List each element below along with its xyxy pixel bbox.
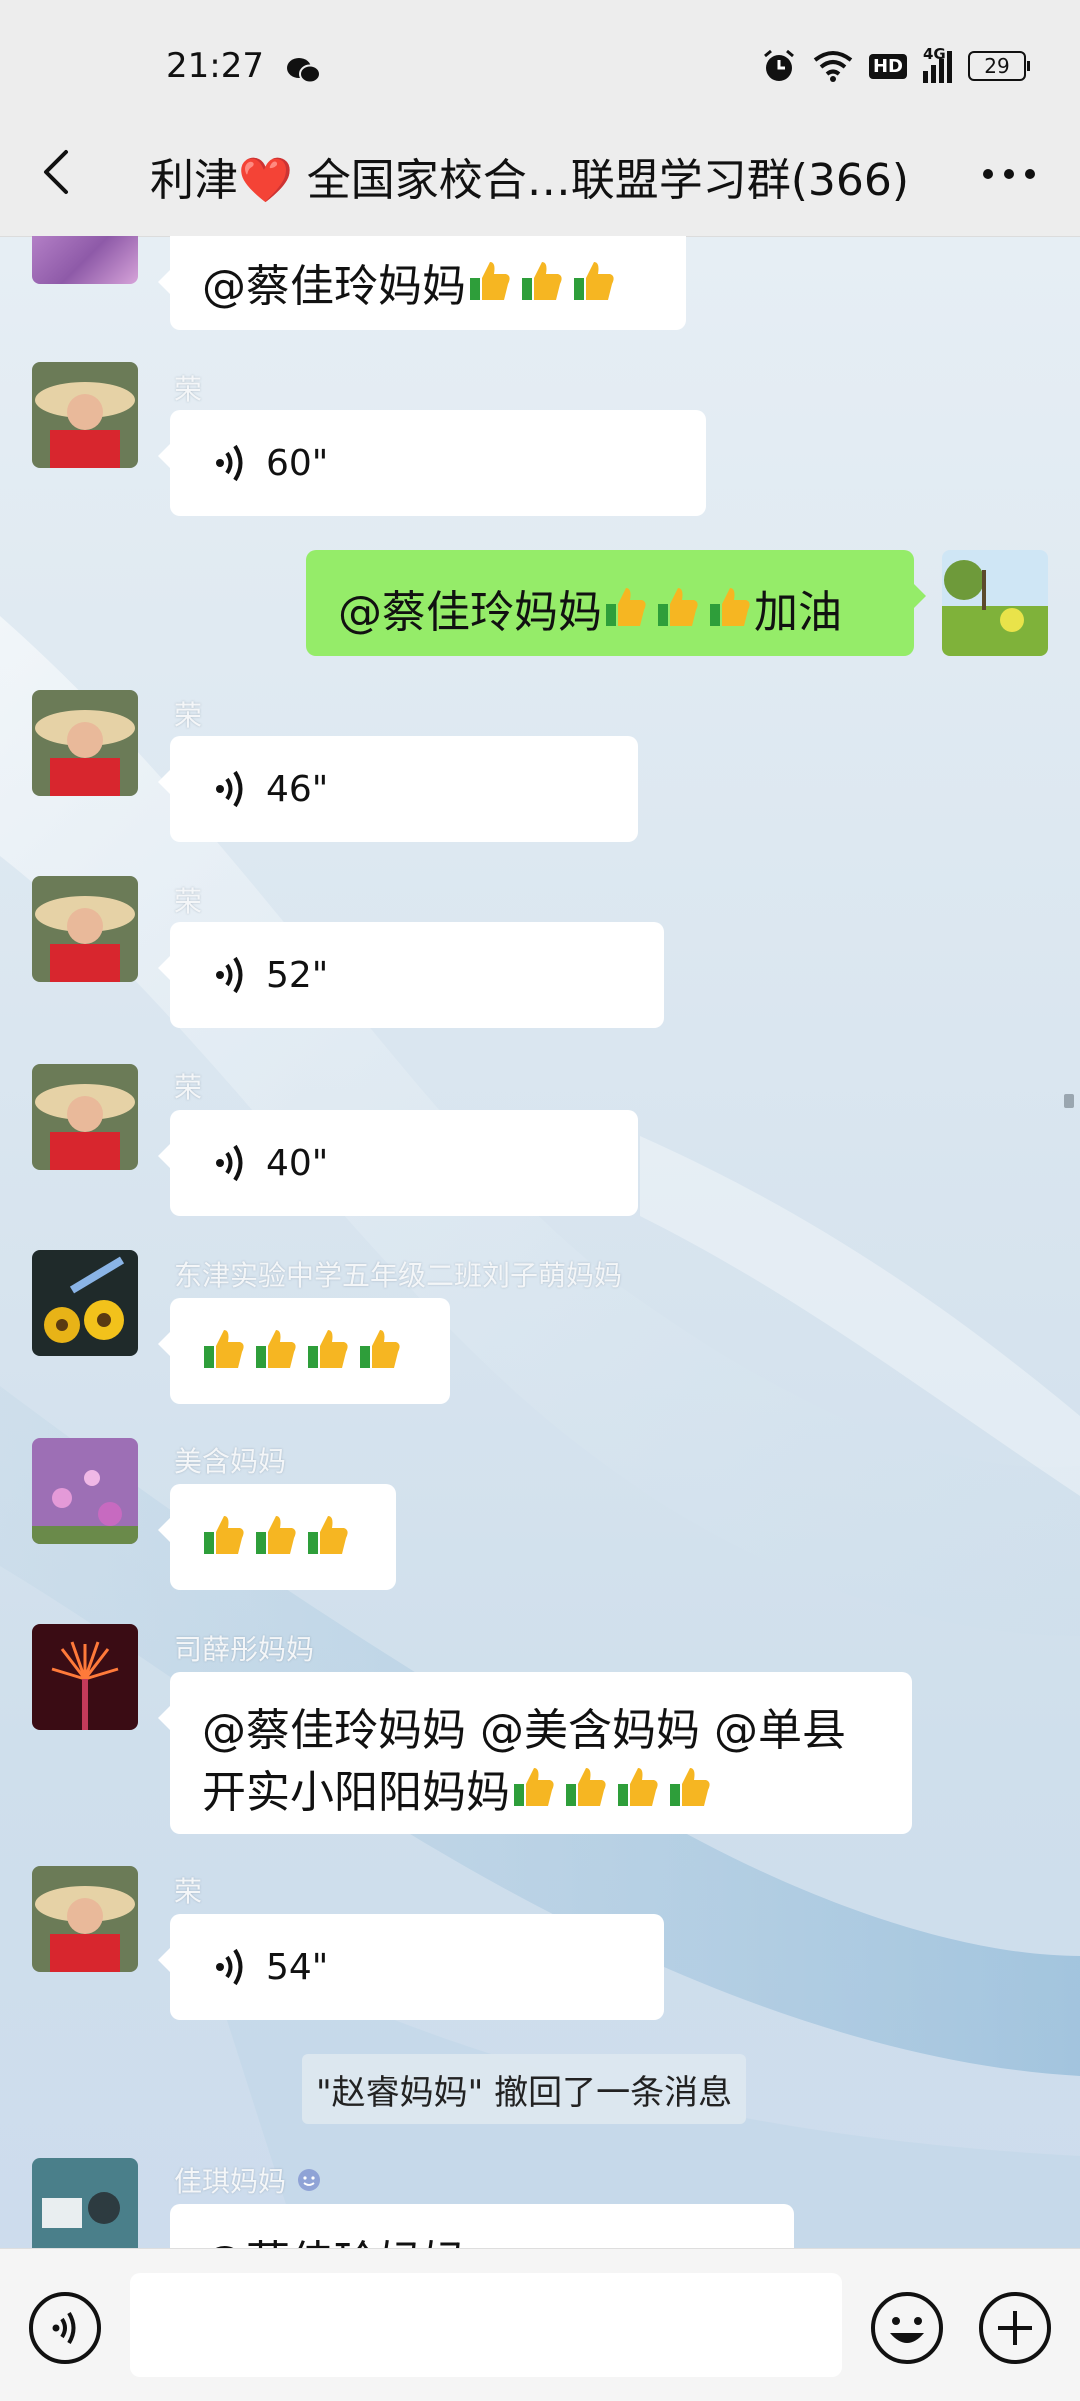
sender-name: 荣 — [174, 1071, 203, 1104]
avatar[interactable] — [32, 236, 138, 284]
thumbs-up-icon — [204, 1516, 244, 1554]
voice-wave-icon — [216, 1144, 243, 1182]
smiley-icon — [298, 2169, 321, 2191]
voice-wave-icon — [216, 770, 243, 808]
voice-wave-icon — [216, 444, 243, 482]
alarm-icon — [764, 49, 794, 81]
plus-circle-icon[interactable] — [978, 2291, 1052, 2365]
chevron-left-icon[interactable] — [28, 142, 88, 202]
thumbs-group — [200, 1512, 352, 1560]
message-text: @蔡佳玲妈妈 — [202, 261, 466, 312]
thumbs-up-icon — [606, 588, 646, 626]
message-text: 加油 — [754, 587, 842, 638]
avatar[interactable] — [32, 362, 138, 468]
avatar[interactable] — [32, 1250, 138, 1356]
thumbs-up-icon — [204, 1330, 244, 1368]
top-bar: 21:27 HD 4G 29 利津❤️ 全国家校合…联盟学习群(366) — [0, 0, 1080, 237]
voice-input-button[interactable] — [28, 2291, 102, 2365]
sender-name: 佳琪妈妈 — [174, 2165, 287, 2198]
thumbs-group — [510, 1764, 714, 1812]
input-bar — [0, 2248, 1080, 2401]
more-dots-icon[interactable] — [974, 144, 1044, 204]
thumbs-up-icon — [256, 1330, 296, 1368]
sender-name: 荣 — [174, 885, 203, 918]
network-type: 4G — [923, 45, 946, 63]
message-text: @蔡佳玲妈妈 @美含妈妈 @单县 — [202, 1705, 846, 1756]
avatar[interactable] — [32, 1064, 138, 1170]
voice-message[interactable]: 54" — [158, 1914, 664, 2020]
title-row: 利津❤️ 全国家校合…联盟学习群(366) — [0, 134, 1080, 210]
voice-wave-icon — [216, 1948, 243, 1986]
message-text: @蔡佳玲妈妈 — [202, 2226, 466, 2248]
avatar[interactable] — [32, 1438, 138, 1544]
message-bubble[interactable]: @蔡佳玲妈妈 @美含妈妈 @单县 开实小阳阳妈妈 — [158, 1672, 912, 1834]
thumbs-group — [200, 1326, 404, 1374]
message-input[interactable] — [130, 2273, 842, 2377]
avatar[interactable] — [32, 1624, 138, 1730]
thumbs-up-icon — [256, 1516, 296, 1554]
voice-duration: 52" — [266, 954, 329, 996]
battery-level: 29 — [968, 51, 1026, 81]
thumbs-up-icon — [522, 262, 562, 300]
voice-duration: 54" — [266, 1946, 329, 1988]
sender-name: 荣 — [174, 699, 203, 732]
status-time: 21:27 — [166, 46, 264, 86]
voice-message[interactable]: 46" — [158, 736, 638, 842]
sender-name: 司薛彤妈妈 — [174, 1633, 315, 1666]
thumbs-group — [466, 258, 618, 306]
thumbs-up-icon — [360, 1330, 400, 1368]
avatar[interactable] — [942, 550, 1048, 656]
message-bubble[interactable] — [158, 1484, 396, 1590]
thumbs-up-icon — [574, 262, 614, 300]
thumbs-up-icon — [470, 262, 510, 300]
voice-duration: 46" — [266, 768, 329, 810]
voice-wave-icon — [216, 956, 243, 994]
wechat-icon — [287, 58, 321, 84]
hd-icon: HD — [868, 53, 907, 79]
message-text: @蔡佳玲妈妈 — [338, 587, 602, 638]
signal-icon: 4G — [923, 45, 952, 83]
sender-name: 荣 — [174, 373, 203, 406]
message-bubble[interactable]: @蔡佳玲妈妈 — [170, 2204, 794, 2248]
sender-name: 美含妈妈 — [174, 1445, 287, 1478]
voice-duration: 40" — [266, 1142, 329, 1184]
avatar[interactable] — [32, 876, 138, 982]
message-bubble[interactable]: @蔡佳玲妈妈 — [158, 236, 686, 330]
voice-message[interactable]: 60" — [158, 410, 706, 516]
scrollbar[interactable] — [1064, 1094, 1074, 1108]
thumbs-up-icon — [308, 1330, 348, 1368]
avatar[interactable] — [32, 2158, 138, 2248]
recall-notice: "赵睿妈妈" 撤回了一条消息 — [302, 2054, 747, 2124]
voice-message[interactable]: 40" — [158, 1110, 638, 1216]
voice-duration: 60" — [266, 442, 329, 484]
sender-name: 东津实验中学五年级二班刘子萌妈妈 — [174, 1259, 623, 1292]
thumbs-group — [602, 584, 754, 632]
thumbs-up-icon — [670, 1768, 710, 1806]
message-bubble[interactable] — [158, 1298, 450, 1404]
message-bubble-self[interactable]: @蔡佳玲妈妈 加油 — [306, 550, 926, 656]
thumbs-up-icon — [566, 1768, 606, 1806]
avatar[interactable] — [32, 1866, 138, 1972]
smiley-icon[interactable] — [870, 2291, 944, 2365]
voice-message[interactable]: 52" — [158, 922, 664, 1028]
thumbs-up-icon — [308, 1516, 348, 1554]
message-text: 开实小阳阳妈妈 — [202, 1767, 510, 1818]
sender-row: 佳琪妈妈 — [174, 2160, 322, 2200]
avatar[interactable] — [32, 690, 138, 796]
wifi-icon — [813, 51, 853, 82]
thumbs-up-icon — [658, 588, 698, 626]
page-title: 利津❤️ 全国家校合…联盟学习群(366) — [150, 155, 910, 206]
battery-icon: 29 — [968, 51, 1030, 81]
thumbs-up-icon — [710, 588, 750, 626]
thumbs-up-icon — [618, 1768, 658, 1806]
status-icons: HD 4G 29 — [761, 45, 1030, 86]
sender-name: 荣 — [174, 1875, 203, 1908]
thumbs-up-icon — [514, 1768, 554, 1806]
